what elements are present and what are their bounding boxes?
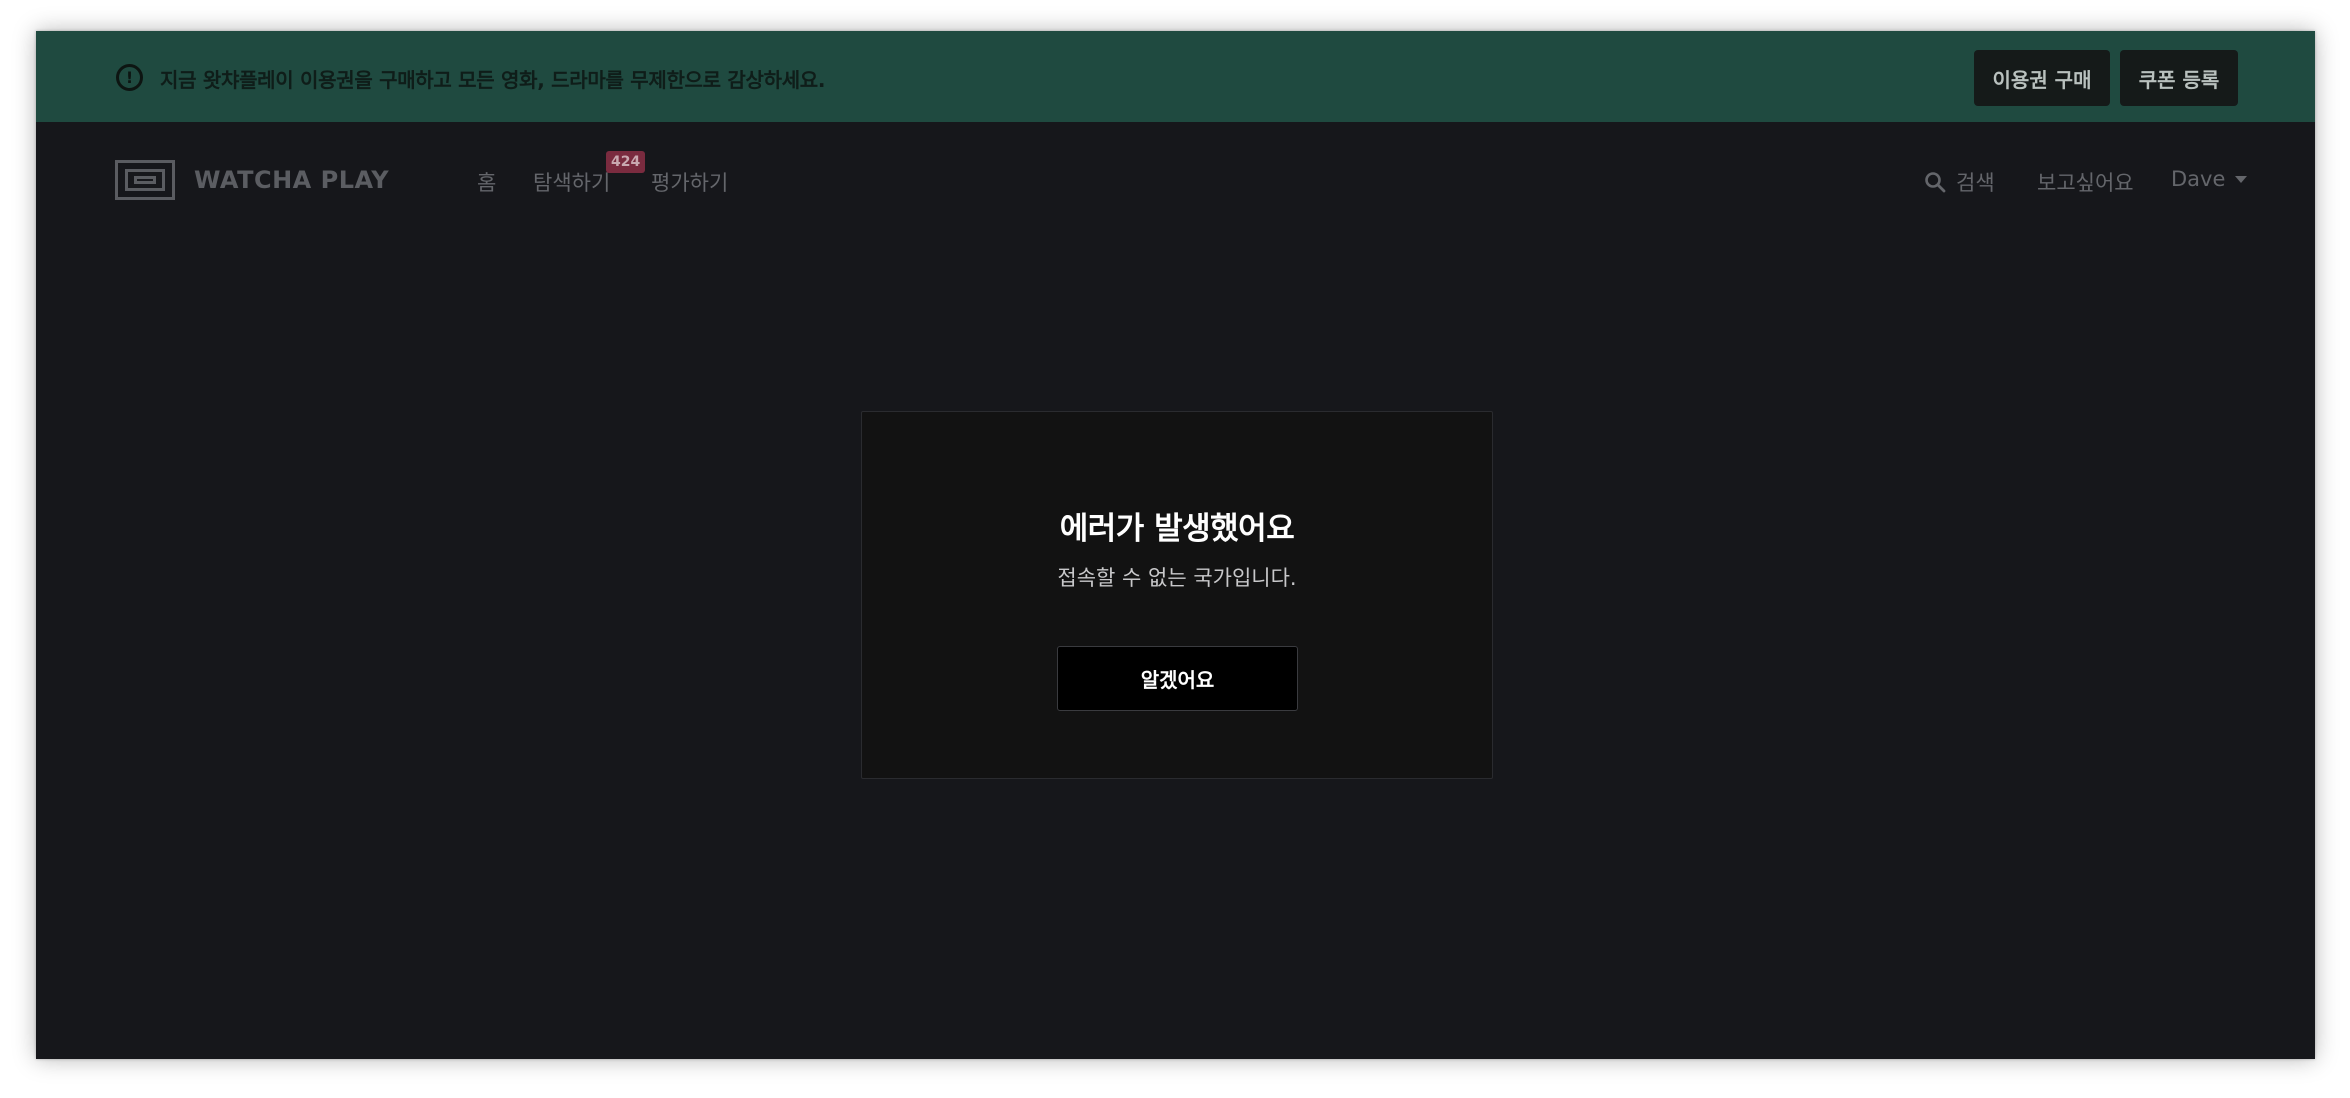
user-menu[interactable]: Dave	[2171, 167, 2248, 191]
search-icon	[1924, 171, 1946, 193]
app-window: ! 지금 왓챠플레이 이용권을 구매하고 모든 영화, 드라마를 무제한으로 감…	[36, 31, 2315, 1059]
promo-message: 지금 왓챠플레이 이용권을 구매하고 모든 영화, 드라마를 무제한으로 감상하…	[160, 68, 826, 92]
nav-explore[interactable]: 탐색하기	[533, 167, 610, 197]
register-coupon-button[interactable]: 쿠폰 등록	[2120, 50, 2238, 106]
wishlist-link[interactable]: 보고싶어요	[2037, 167, 2134, 197]
chevron-down-icon	[2235, 175, 2248, 183]
buy-pass-button[interactable]: 이용권 구매	[1974, 50, 2110, 106]
search-button[interactable]: 검색	[1924, 167, 1995, 197]
search-label: 검색	[1956, 171, 1995, 195]
watcha-logo-icon[interactable]	[115, 160, 175, 200]
confirm-button[interactable]: 알겠어요	[1057, 646, 1298, 711]
user-name: Dave	[2171, 167, 2226, 191]
nav-rate[interactable]: 평가하기	[651, 167, 728, 197]
error-dialog: 에러가 발생했어요 접속할 수 없는 국가입니다. 알겠어요	[861, 411, 1493, 779]
logo-wordmark[interactable]: WATCHA PLAY	[194, 166, 389, 194]
nav-home[interactable]: 홈	[477, 167, 496, 197]
error-title: 에러가 발생했어요	[1059, 511, 1295, 547]
info-icon: !	[116, 64, 143, 91]
promo-banner: ! 지금 왓챠플레이 이용권을 구매하고 모든 영화, 드라마를 무제한으로 감…	[36, 31, 2315, 122]
top-navigation: WATCHA PLAY 홈 탐색하기 424 평가하기 검색 보고싶어요 Dav…	[36, 122, 2315, 222]
error-message: 접속할 수 없는 국가입니다.	[1057, 566, 1297, 590]
explore-count-badge: 424	[606, 151, 646, 173]
